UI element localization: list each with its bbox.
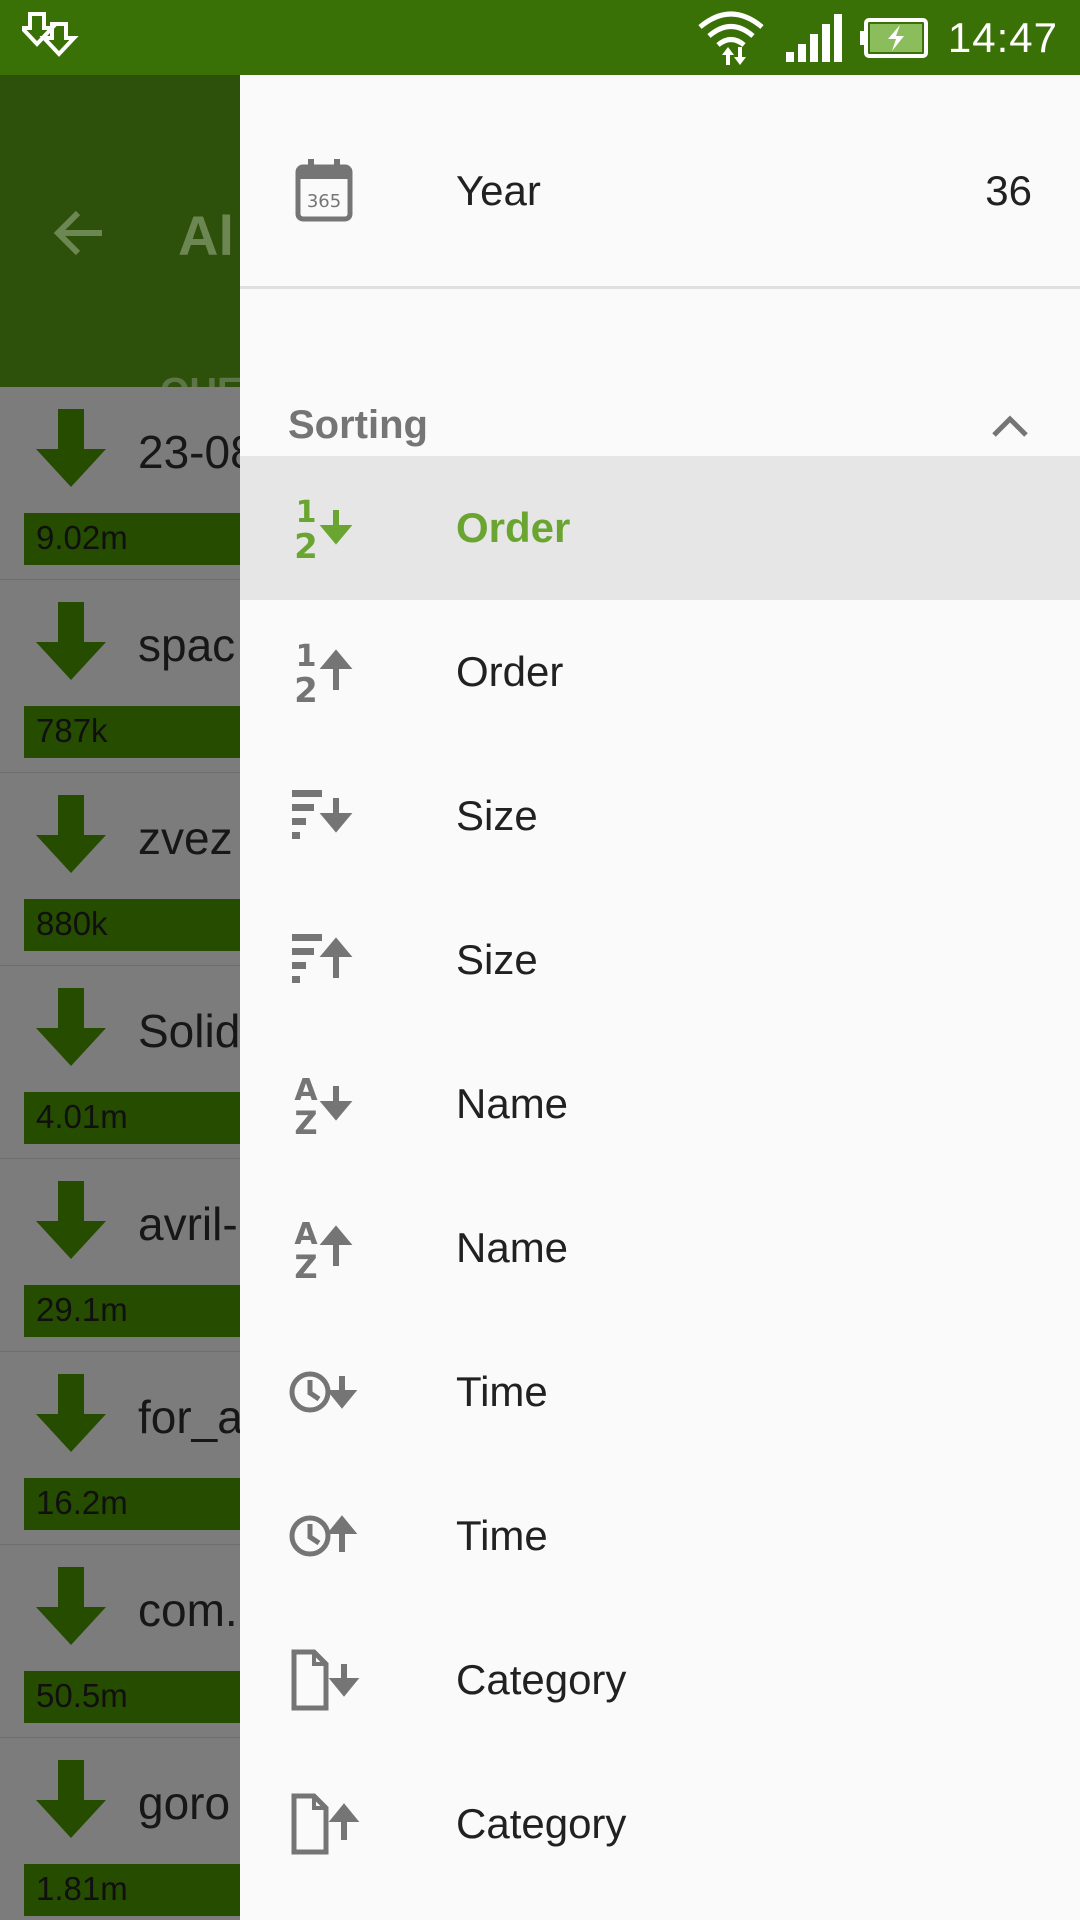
download-size: 1.81m xyxy=(36,1870,128,1907)
svg-text:Z: Z xyxy=(294,1104,317,1140)
download-name: 23-08 xyxy=(138,426,256,478)
sort-order-desc[interactable]: 1 2 Order xyxy=(240,456,1080,600)
clock: 14:47 xyxy=(947,13,1058,61)
svg-text:365: 365 xyxy=(307,191,341,212)
sorting-title: Sorting xyxy=(288,403,428,447)
year-label: Year xyxy=(456,167,541,214)
download-size: 787k xyxy=(36,712,108,749)
sort-label: Time xyxy=(456,1368,548,1415)
year-filter-row[interactable]: 365 Year 36 xyxy=(240,119,1080,263)
time-descending-icon xyxy=(289,1371,358,1413)
download-arrow-icon xyxy=(36,1181,106,1259)
download-size: 4.01m xyxy=(36,1098,128,1135)
svg-text:Z: Z xyxy=(294,1248,317,1284)
sort-size-asc[interactable]: Size xyxy=(240,888,1080,1032)
sort-time-desc[interactable]: Time xyxy=(240,1320,1080,1464)
wifi-icon xyxy=(698,11,764,65)
svg-text:2: 2 xyxy=(294,527,318,564)
sort-label: Order xyxy=(456,504,571,551)
sort-label: Category xyxy=(456,1800,627,1847)
sort-name-asc[interactable]: A Z Name xyxy=(240,1176,1080,1320)
sort-category-asc[interactable]: Category xyxy=(240,1752,1080,1896)
download-size: 50.5m xyxy=(36,1677,128,1714)
sort-label: Order xyxy=(456,648,564,695)
order-descending-icon: 1 2 xyxy=(294,495,353,564)
divider xyxy=(240,286,1080,289)
app-title: Al xyxy=(178,204,234,267)
download-name: com. xyxy=(138,1584,238,1636)
calendar-365-icon: 365 xyxy=(295,159,353,222)
svg-text:2: 2 xyxy=(294,671,318,708)
sort-label: Time xyxy=(456,1512,548,1559)
sort-label: Category xyxy=(456,1656,627,1703)
size-descending-icon xyxy=(292,790,353,839)
sort-name-desc[interactable]: A Z Name xyxy=(240,1032,1080,1176)
download-arrow-icon xyxy=(36,409,106,487)
chevron-up-icon[interactable] xyxy=(988,405,1032,449)
download-arrow-icon xyxy=(36,795,106,873)
order-ascending-icon: 1 2 xyxy=(294,639,353,708)
sort-label: Size xyxy=(456,792,538,839)
time-ascending-icon xyxy=(289,1515,358,1557)
svg-text:1: 1 xyxy=(296,495,317,530)
svg-text:A: A xyxy=(294,1217,318,1252)
download-arrow-icon xyxy=(36,1760,106,1838)
sort-label: Name xyxy=(456,1080,569,1127)
sort-label: Name xyxy=(456,1224,569,1271)
download-name: goro xyxy=(138,1777,231,1829)
sort-size-desc[interactable]: Size xyxy=(240,744,1080,888)
svg-text:1: 1 xyxy=(296,639,317,674)
download-arrow-icon xyxy=(36,988,106,1066)
download-size: 880k xyxy=(36,905,108,942)
sort-category-desc[interactable]: Category xyxy=(240,1608,1080,1752)
category-descending-icon xyxy=(291,1649,360,1711)
download-name: zvez xyxy=(138,812,233,864)
signal-icon xyxy=(785,13,842,62)
name-descending-icon: A Z xyxy=(294,1073,353,1140)
download-name: Solid xyxy=(138,1005,241,1057)
back-arrow-icon[interactable] xyxy=(52,205,108,261)
sort-time-asc[interactable]: Time xyxy=(240,1464,1080,1608)
download-name: avril- xyxy=(138,1198,238,1250)
sort-label: Size xyxy=(456,936,538,983)
download-name: spac xyxy=(138,619,236,671)
download-name: for_a xyxy=(138,1391,243,1443)
svg-text:A: A xyxy=(294,1073,318,1108)
year-value: 36 xyxy=(985,167,1032,214)
filter-drawer: 365 Year 36 Sorting 1 2 Order 1 2 Order xyxy=(240,75,1080,1920)
download-arrow-icon xyxy=(36,602,106,680)
download-size: 9.02m xyxy=(36,519,128,556)
download-arrow-icon xyxy=(36,1374,106,1452)
name-ascending-icon: A Z xyxy=(294,1217,353,1284)
category-ascending-icon xyxy=(291,1793,360,1855)
size-ascending-icon xyxy=(292,934,353,983)
battery-charging-icon xyxy=(859,17,928,58)
download-size: 16.2m xyxy=(36,1484,128,1521)
download-size: 29.1m xyxy=(36,1291,128,1328)
status-bar: 14:47 xyxy=(0,0,1080,75)
download-arrow-icon xyxy=(36,1567,106,1645)
download-notification-icon xyxy=(22,12,79,57)
sort-order-asc[interactable]: 1 2 Order xyxy=(240,600,1080,744)
sorting-section-header[interactable]: Sorting xyxy=(240,385,1080,465)
